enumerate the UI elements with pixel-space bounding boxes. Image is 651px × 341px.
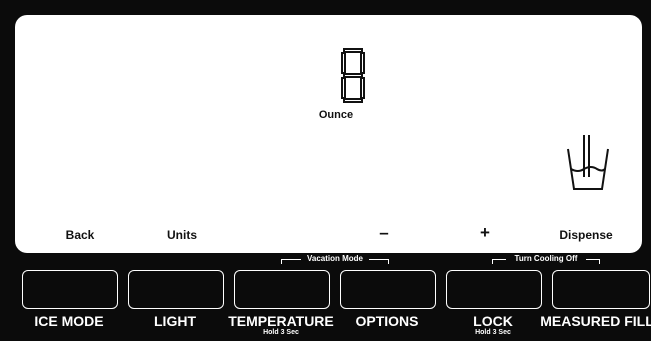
turn-cooling-off-label: Turn Cooling Off: [514, 254, 578, 263]
options-button[interactable]: [340, 270, 436, 309]
display-screen: Ounce Back Units – + Dispense: [15, 15, 642, 253]
temperature-button[interactable]: [234, 270, 330, 309]
temperature-label: TEMPERATURE: [228, 313, 334, 329]
plus-label[interactable]: +: [480, 223, 490, 243]
unit-label: Ounce: [318, 109, 354, 121]
lock-label: LOCK: [473, 313, 513, 329]
minus-label[interactable]: –: [379, 223, 388, 243]
units-label[interactable]: Units: [167, 228, 197, 242]
lock-hold-label: Hold 3 Sec: [475, 329, 511, 336]
measured-fill-button[interactable]: [552, 270, 650, 309]
light-button[interactable]: [128, 270, 224, 309]
measured-fill-label: MEASURED FILL: [540, 313, 651, 329]
cup-with-dispenser-icon: [567, 135, 609, 190]
ice-mode-label: ICE MODE: [34, 313, 104, 329]
options-label: OPTIONS: [355, 313, 419, 329]
dispense-label[interactable]: Dispense: [559, 228, 612, 242]
vacation-mode-bracket: Vacation Mode: [281, 254, 389, 265]
vacation-mode-label: Vacation Mode: [306, 254, 364, 263]
turn-cooling-off-bracket: Turn Cooling Off: [492, 254, 600, 265]
seven-segment-digit: [341, 48, 365, 103]
light-label: LIGHT: [154, 313, 196, 329]
ice-mode-button[interactable]: [22, 270, 118, 309]
temperature-hold-label: Hold 3 Sec: [263, 329, 299, 336]
lock-button[interactable]: [446, 270, 542, 309]
back-label[interactable]: Back: [66, 228, 95, 242]
